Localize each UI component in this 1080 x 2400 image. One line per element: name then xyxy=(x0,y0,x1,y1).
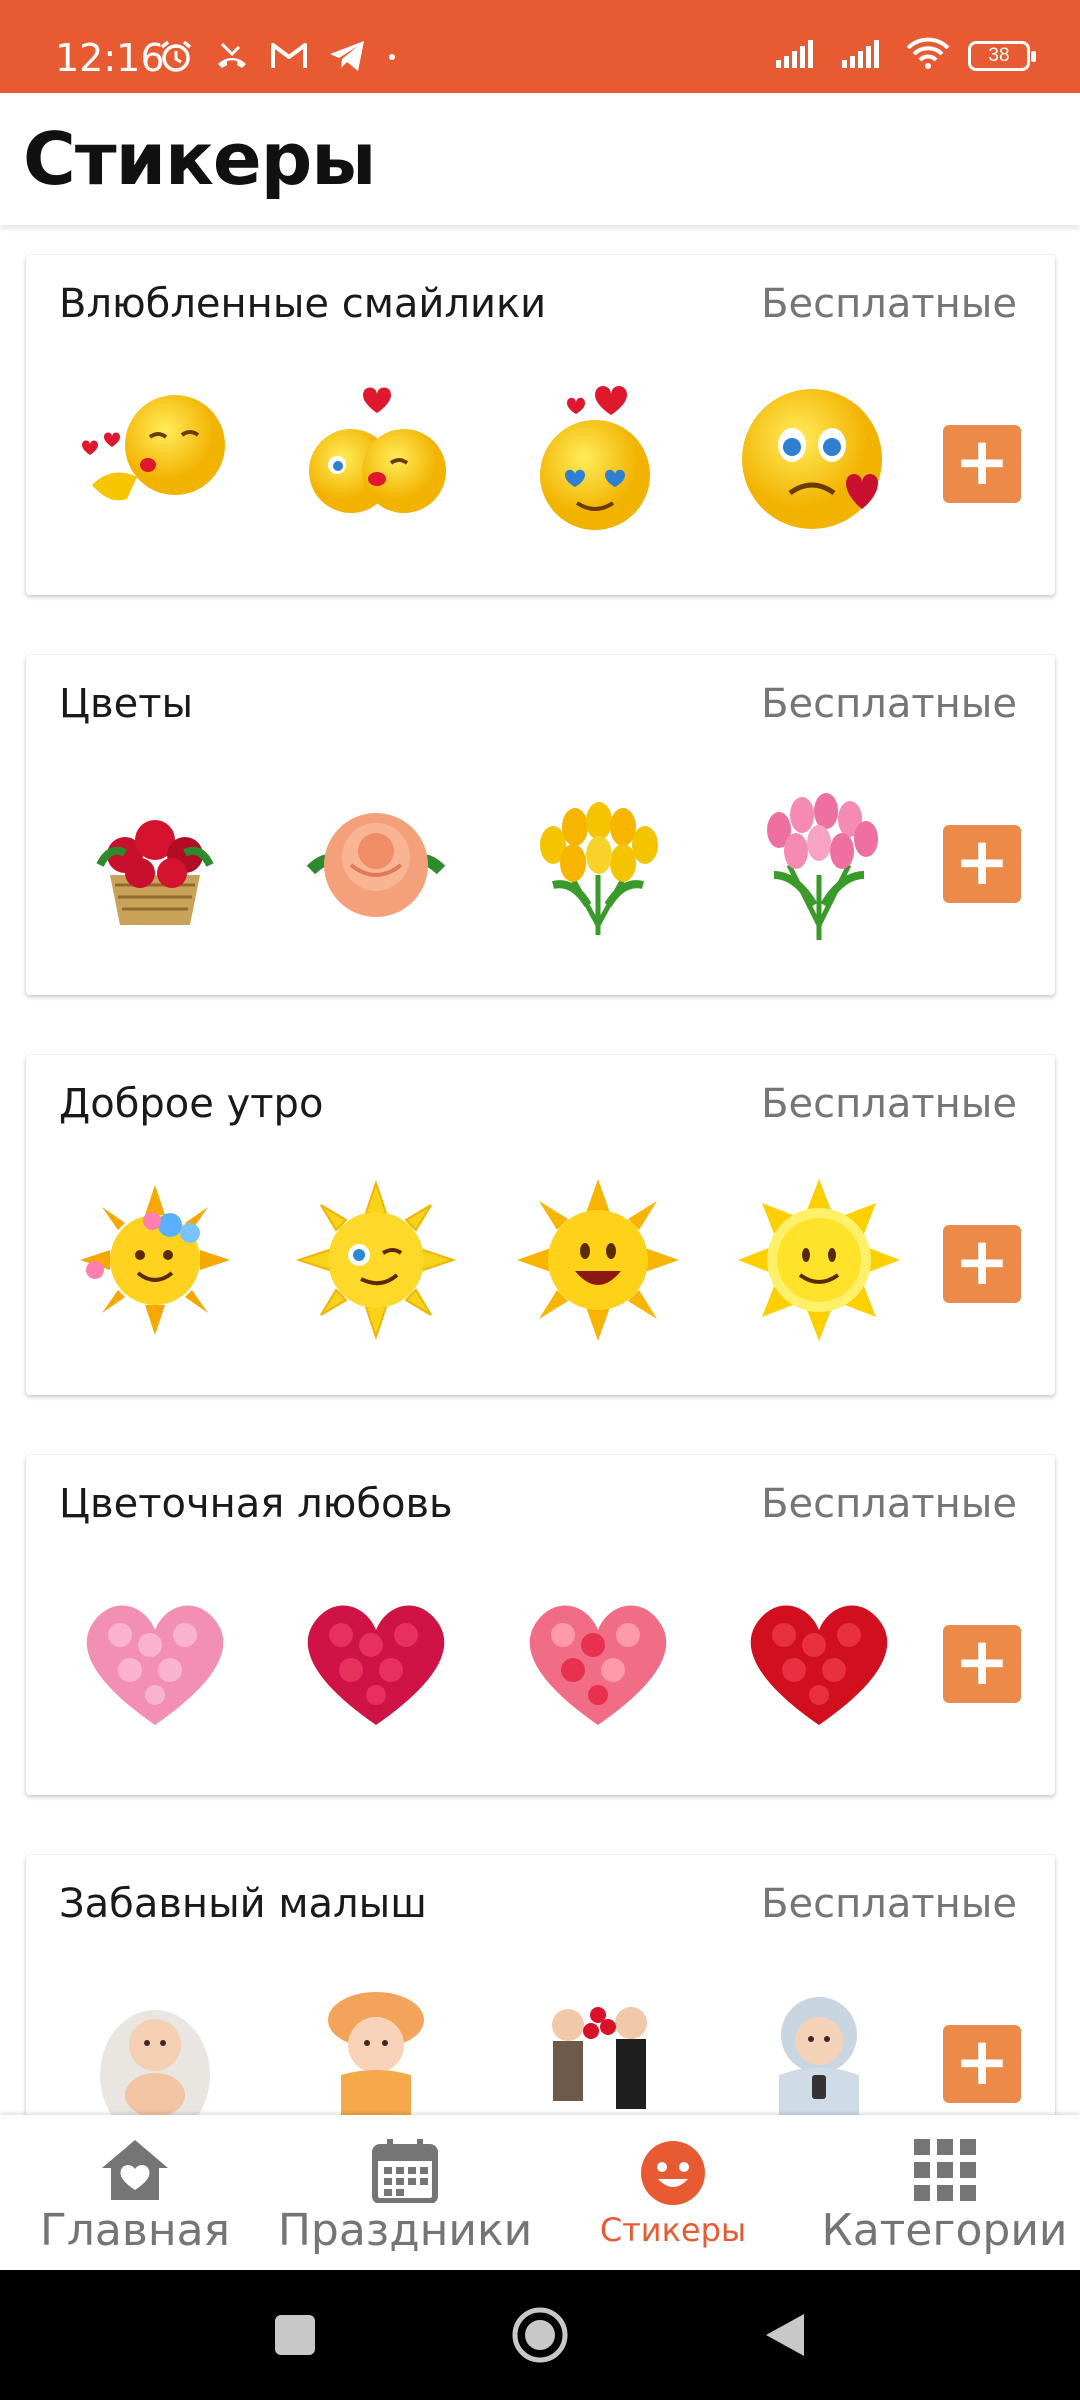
wifi-icon xyxy=(906,36,950,75)
grid-icon xyxy=(910,2135,980,2205)
telegram-icon xyxy=(328,39,366,78)
rose-basket-sticker[interactable] xyxy=(70,775,240,945)
pack-title: Цветы xyxy=(59,681,194,727)
alarm-icon xyxy=(158,38,194,79)
nav-home[interactable]: Главная xyxy=(20,2115,250,2270)
signal-icon xyxy=(774,36,822,75)
nav-stickers[interactable]: Стикеры xyxy=(573,2115,773,2270)
pink-tulips-sticker[interactable] xyxy=(734,775,904,945)
home-heart-icon xyxy=(100,2135,170,2205)
baby-egg-sticker[interactable] xyxy=(70,1975,240,2115)
yellow-tulips-sticker[interactable] xyxy=(513,775,683,945)
add-pack-button[interactable]: + xyxy=(943,1625,1021,1703)
nav-label: Праздники xyxy=(277,2205,533,2256)
dot-icon xyxy=(386,50,398,68)
love-eyes-emoji-sticker[interactable] xyxy=(513,375,683,545)
page-title: Стикеры xyxy=(23,117,376,201)
smiley-icon xyxy=(638,2135,708,2205)
baby-phone-sticker[interactable] xyxy=(734,1975,904,2115)
pack-title: Цветочная любовь xyxy=(59,1481,453,1527)
sticker-pack-card[interactable]: Цветы Бесплатные + xyxy=(26,655,1055,995)
home-button[interactable] xyxy=(510,2305,570,2365)
pack-price: Бесплатные xyxy=(761,281,1017,327)
sticker-pack-card[interactable]: Доброе утро Бесплатные + xyxy=(26,1055,1055,1395)
girl-hat-sticker[interactable] xyxy=(291,1975,461,2115)
pink-roses-heart-sticker[interactable] xyxy=(70,1575,240,1745)
red-roses-heart-sticker[interactable] xyxy=(734,1575,904,1745)
status-bar: 12:16 38 xyxy=(0,0,1080,93)
back-button[interactable] xyxy=(755,2305,815,2365)
flower-sun-sticker[interactable] xyxy=(70,1175,240,1345)
nav-holidays[interactable]: Праздники xyxy=(270,2115,540,2270)
add-pack-button[interactable]: + xyxy=(943,1225,1021,1303)
kids-flowers-sticker[interactable] xyxy=(513,1975,683,2115)
sticker-pack-card[interactable]: Влюбленные смайлики Бесплатные + xyxy=(26,255,1055,595)
peach-rose-sticker[interactable] xyxy=(291,775,461,945)
pack-price: Бесплатные xyxy=(761,681,1017,727)
smiling-sun-sticker[interactable] xyxy=(513,1175,683,1345)
signal-icon xyxy=(840,36,888,75)
kissing-couple-emoji-sticker[interactable] xyxy=(291,375,461,545)
happy-sun-sticker[interactable] xyxy=(734,1175,904,1345)
pack-price: Бесплатные xyxy=(761,1881,1017,1927)
calendar-icon xyxy=(370,2135,440,2205)
battery-icon: 38 xyxy=(968,40,1036,71)
bottom-navigation: Главная Праздники Стикеры Категории xyxy=(0,2115,1080,2270)
kiss-emoji-sticker[interactable] xyxy=(70,375,240,545)
pack-price: Бесплатные xyxy=(761,1081,1017,1127)
nav-label: Стикеры xyxy=(599,2211,747,2249)
status-time: 12:16 xyxy=(55,36,165,80)
gmail-icon xyxy=(270,41,308,76)
nav-categories[interactable]: Категории xyxy=(821,2115,1068,2270)
mixed-roses-heart-sticker[interactable] xyxy=(513,1575,683,1745)
nav-label: Главная xyxy=(39,2205,231,2256)
winking-sun-sticker[interactable] xyxy=(291,1175,461,1345)
missed-call-icon xyxy=(214,38,250,79)
sticker-pack-card[interactable]: Цветочная любовь Бесплатные + xyxy=(26,1455,1055,1795)
add-pack-button[interactable]: + xyxy=(943,2025,1021,2103)
recents-button[interactable] xyxy=(265,2305,325,2365)
crimson-roses-heart-sticker[interactable] xyxy=(291,1575,461,1745)
add-pack-button[interactable]: + xyxy=(943,825,1021,903)
sticker-pack-card[interactable]: Забавный малыш Бесплатные + xyxy=(26,1855,1055,2115)
pack-title: Доброе утро xyxy=(59,1081,324,1127)
pack-title: Влюбленные смайлики xyxy=(59,281,547,327)
heartbroken-emoji-sticker[interactable] xyxy=(734,375,904,545)
system-navigation-bar xyxy=(0,2270,1080,2400)
app-bar: Стикеры xyxy=(0,93,1080,225)
pack-title: Забавный малыш xyxy=(59,1881,427,1927)
pack-price: Бесплатные xyxy=(761,1481,1017,1527)
nav-label: Категории xyxy=(821,2205,1068,2256)
add-pack-button[interactable]: + xyxy=(943,425,1021,503)
sticker-pack-list[interactable]: Влюбленные смайлики Бесплатные + Цветы Б… xyxy=(0,225,1080,2115)
